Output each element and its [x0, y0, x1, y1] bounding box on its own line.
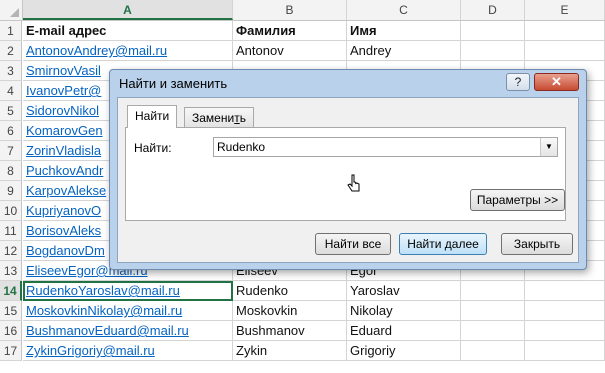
- mouse-pointer-icon: [347, 174, 360, 192]
- row-header[interactable]: 5: [0, 101, 22, 121]
- find-label: Найти:: [134, 141, 172, 155]
- grid-cell[interactable]: [525, 321, 605, 341]
- row-header[interactable]: 11: [0, 221, 22, 241]
- grid-cell[interactable]: Имя: [347, 21, 461, 41]
- row-header[interactable]: 3: [0, 61, 22, 81]
- tab-replace[interactable]: Заменить: [184, 107, 254, 128]
- grid-cell[interactable]: Rudenko: [233, 281, 347, 301]
- grid-cell[interactable]: Eduard: [347, 321, 461, 341]
- grid-cell[interactable]: Zykin: [233, 341, 347, 361]
- tab-replace-label-start: Замени: [192, 111, 235, 125]
- row-header[interactable]: 9: [0, 181, 22, 201]
- grid-cell[interactable]: [525, 41, 605, 61]
- grid-cell[interactable]: [461, 301, 525, 321]
- grid-cell[interactable]: [525, 341, 605, 361]
- row-header[interactable]: 8: [0, 161, 22, 181]
- tab-find[interactable]: Найти: [127, 105, 178, 128]
- grid-cell[interactable]: Andrey: [347, 41, 461, 61]
- grid-cell[interactable]: [525, 21, 605, 41]
- row-header[interactable]: 10: [0, 201, 22, 221]
- row-header[interactable]: 4: [0, 81, 22, 101]
- row-header[interactable]: 6: [0, 121, 22, 141]
- row-header[interactable]: 2: [0, 41, 22, 61]
- email-cell[interactable]: BushmanovEduard@mail.ru: [23, 321, 233, 341]
- grid-cell[interactable]: Фамилия: [233, 21, 347, 41]
- row-header[interactable]: 7: [0, 141, 22, 161]
- find-all-button[interactable]: Найти все: [315, 233, 391, 255]
- row-header[interactable]: 17: [0, 341, 22, 361]
- grid-cell[interactable]: Moskovkin: [233, 301, 347, 321]
- dialog-title: Найти и заменить: [119, 76, 228, 91]
- find-next-button[interactable]: Найти далее: [399, 233, 487, 255]
- column-header-e[interactable]: E: [525, 0, 605, 20]
- row-header[interactable]: 15: [0, 301, 22, 321]
- grid-cell[interactable]: [461, 321, 525, 341]
- row-header[interactable]: 12: [0, 241, 22, 261]
- column-header-d[interactable]: D: [461, 0, 525, 20]
- email-cell[interactable]: AntonovAndrey@mail.ru: [23, 41, 233, 61]
- grid-cell[interactable]: Bushmanov: [233, 321, 347, 341]
- find-what-value: Rudenko: [217, 140, 266, 154]
- grid-cell[interactable]: [525, 281, 605, 301]
- chevron-down-icon[interactable]: ▼: [540, 138, 557, 156]
- email-cell[interactable]: RudenkoYaroslav@mail.ru: [23, 281, 233, 301]
- email-cell[interactable]: MoskovkinNikolay@mail.ru: [23, 301, 233, 321]
- grid-cell[interactable]: Antonov: [233, 41, 347, 61]
- grid-cell[interactable]: Yaroslav: [347, 281, 461, 301]
- find-replace-dialog: Найти и заменить ? ✕ Найти Заменить Найт…: [109, 69, 587, 270]
- column-header-c[interactable]: C: [347, 0, 461, 20]
- grid-cell[interactable]: [461, 341, 525, 361]
- find-what-input[interactable]: Rudenko ▼: [213, 137, 558, 157]
- row-header[interactable]: 13: [0, 261, 22, 281]
- grid-cell[interactable]: [461, 41, 525, 61]
- column-header-b[interactable]: B: [233, 0, 347, 20]
- grid-cell[interactable]: Grigoriy: [347, 341, 461, 361]
- close-x-button[interactable]: ✕: [534, 73, 579, 91]
- grid-cell[interactable]: [461, 281, 525, 301]
- select-all-corner[interactable]: [0, 0, 23, 20]
- tab-replace-label-end: ь: [239, 111, 246, 125]
- grid-cell[interactable]: Nikolay: [347, 301, 461, 321]
- email-cell[interactable]: ZykinGrigoriy@mail.ru: [23, 341, 233, 361]
- options-button[interactable]: Параметры >>: [470, 189, 565, 211]
- grid-cell[interactable]: [461, 21, 525, 41]
- row-header[interactable]: 1: [0, 21, 22, 41]
- close-button[interactable]: Закрыть: [501, 233, 573, 255]
- grid-cell[interactable]: E-mail адрес: [23, 21, 233, 41]
- grid-cell[interactable]: [525, 301, 605, 321]
- help-button[interactable]: ?: [506, 73, 530, 91]
- select-all-triangle-icon: [10, 8, 19, 17]
- row-header[interactable]: 16: [0, 321, 22, 341]
- row-header[interactable]: 14: [0, 281, 22, 301]
- column-header-a[interactable]: A: [23, 0, 233, 20]
